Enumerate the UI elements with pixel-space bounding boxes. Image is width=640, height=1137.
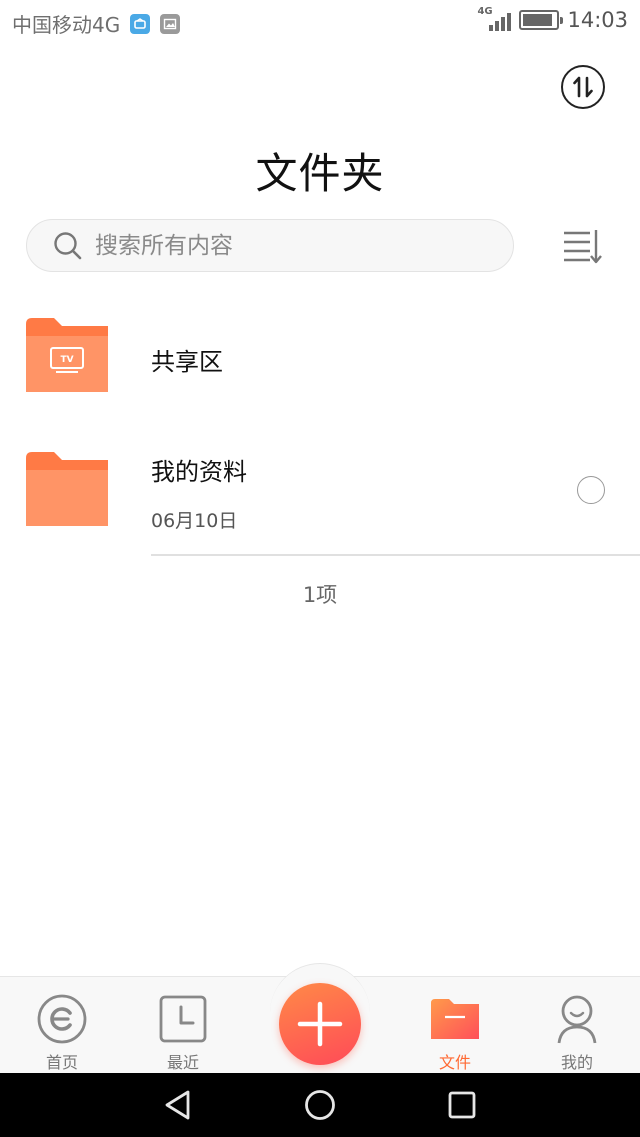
search-bar[interactable]: [26, 219, 514, 272]
shared-tv-folder-icon: TV: [26, 318, 108, 392]
folder-row-my-data[interactable]: 我的资料 06月10日: [0, 440, 640, 554]
nav-files[interactable]: 文件: [405, 993, 505, 1073]
page-title: 文件夹: [255, 149, 385, 198]
add-button[interactable]: [279, 983, 361, 1065]
files-icon: [431, 999, 479, 1039]
search-icon: [54, 231, 82, 259]
transfer-icon: [573, 76, 593, 98]
nav-home[interactable]: 首页: [12, 993, 112, 1073]
nav-label: 文件: [438, 1053, 471, 1072]
profile-icon: [557, 995, 597, 1044]
home-nav-button[interactable]: [300, 1087, 340, 1123]
nav-label: 最近: [166, 1053, 199, 1072]
nav-label: 首页: [45, 1053, 78, 1072]
transfer-button[interactable]: [561, 65, 605, 109]
system-nav-bar: [0, 1073, 640, 1137]
sort-button[interactable]: [560, 227, 604, 267]
folder-icon: [26, 452, 108, 526]
nav-label: 我的: [560, 1053, 593, 1072]
carrier-name: 中国移动4G: [12, 13, 121, 37]
svg-text:TV: TV: [60, 355, 73, 365]
folder-name: 共享区: [151, 348, 223, 376]
recent-icon: [159, 995, 207, 1043]
clock-time: 14:03: [567, 8, 628, 32]
recents-button[interactable]: [442, 1087, 482, 1123]
recents-square-icon: [448, 1091, 476, 1119]
folder-row-shared[interactable]: TV 共享区: [0, 300, 640, 410]
plus-icon: [297, 1001, 343, 1047]
nav-recent[interactable]: 最近: [133, 993, 233, 1073]
home-circle-icon: [305, 1090, 335, 1120]
app-notification-icon: [130, 13, 151, 34]
select-checkbox[interactable]: [577, 476, 605, 504]
nav-profile[interactable]: 我的: [527, 993, 627, 1073]
home-icon: [37, 994, 87, 1044]
list-divider: [151, 554, 640, 556]
folder-date: 06月10日: [151, 510, 238, 532]
search-input[interactable]: [95, 232, 475, 259]
back-icon: [165, 1090, 190, 1120]
battery-fill: [523, 14, 552, 26]
sort-icon: [564, 230, 602, 264]
image-notification-icon: [160, 13, 181, 34]
battery-icon: [519, 10, 564, 30]
status-bar: 中国移动4G 4G 14:03: [0, 0, 640, 46]
folder-name: 我的资料: [151, 458, 247, 486]
back-button[interactable]: [158, 1087, 198, 1123]
signal-icon: 4G: [477, 6, 512, 32]
item-count: 1项: [302, 583, 338, 607]
